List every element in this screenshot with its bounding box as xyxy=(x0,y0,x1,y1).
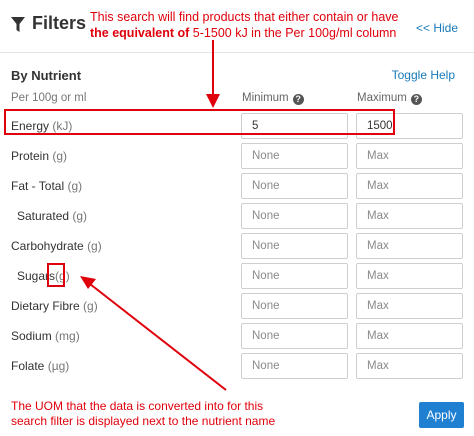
hide-filters-link[interactable]: << Hide xyxy=(416,21,458,35)
filters-header: Filters This search will find products t… xyxy=(0,0,474,50)
fat-total-max-input[interactable] xyxy=(356,173,463,199)
funnel-icon xyxy=(11,17,25,32)
arrow-down-icon xyxy=(206,40,220,108)
carbohydrate-min-input[interactable] xyxy=(241,233,348,259)
annotation-top: This search will find products that eith… xyxy=(90,9,420,41)
nutrient-uom: (g) xyxy=(67,179,83,193)
nutrient-name: Protein xyxy=(11,149,50,163)
minimum-header-label: Minimum xyxy=(242,92,289,104)
energy-highlight-box xyxy=(4,109,395,135)
nutrient-row-sodium: Sodium (mg) xyxy=(0,323,474,351)
nutrient-name: Fat - Total xyxy=(11,179,65,193)
annotation-bottom: The UOM that the data is converted into … xyxy=(11,399,331,429)
nutrient-label: Folate (µg) xyxy=(11,359,69,373)
nutrient-uom: (g) xyxy=(83,299,98,313)
uom-highlight-box xyxy=(47,263,65,287)
maximum-header-label: Maximum xyxy=(357,92,407,104)
nutrient-label: Sodium (mg) xyxy=(11,329,80,343)
protein-max-input[interactable] xyxy=(356,143,463,169)
sugars-max-input[interactable] xyxy=(356,263,463,289)
nutrient-uom: (g) xyxy=(72,209,88,223)
carbohydrate-max-input[interactable] xyxy=(356,233,463,259)
nutrient-label: Protein (g) xyxy=(11,149,67,163)
sodium-max-input[interactable] xyxy=(356,323,463,349)
nutrient-uom: (µg) xyxy=(47,359,70,373)
annotation-top-line2: the equivalent of 5-1500 kJ in the Per 1… xyxy=(90,25,420,41)
dietary-fibre-max-input[interactable] xyxy=(356,293,463,319)
saturated-max-input[interactable] xyxy=(356,203,463,229)
toggle-help-link[interactable]: Toggle Help xyxy=(392,68,455,82)
annotation-top-rest: 5-1500 kJ in the Per 100g/ml column xyxy=(189,26,397,40)
nutrient-name: Saturated xyxy=(17,209,70,223)
filters-title: Filters xyxy=(32,13,87,33)
maximum-header: Maximum? xyxy=(357,92,422,105)
annotation-bottom-line1: The UOM that the data is converted into … xyxy=(11,399,264,413)
per-100g-header: Per 100g or ml xyxy=(11,92,87,104)
nutrient-uom: (g) xyxy=(52,149,68,163)
nutrient-row-dietary-fibre: Dietary Fibre (g) xyxy=(0,293,474,321)
folate-max-input[interactable] xyxy=(356,353,463,379)
header-divider xyxy=(0,52,474,53)
annotation-bottom-line2: search filter is displayed next to the n… xyxy=(11,414,276,428)
help-icon[interactable]: ? xyxy=(292,94,304,105)
nutrient-uom: (mg) xyxy=(55,329,80,343)
minimum-header: Minimum? xyxy=(242,92,304,105)
nutrient-label: Dietary Fibre (g) xyxy=(11,299,98,313)
help-icon[interactable]: ? xyxy=(410,94,422,105)
nutrient-name: Dietary Fibre xyxy=(11,299,80,313)
protein-min-input[interactable] xyxy=(241,143,348,169)
nutrient-row-folate: Folate (µg) xyxy=(0,353,474,381)
dietary-fibre-min-input[interactable] xyxy=(241,293,348,319)
nutrient-label: Saturated (g) xyxy=(17,209,87,223)
section-title: By Nutrient xyxy=(11,68,82,83)
fat-total-min-input[interactable] xyxy=(241,173,348,199)
nutrient-label: Carbohydrate (g) xyxy=(11,239,102,253)
nutrient-uom: (g) xyxy=(87,239,102,253)
folate-min-input[interactable] xyxy=(241,353,348,379)
apply-button[interactable]: Apply xyxy=(419,402,464,428)
sugars-min-input[interactable] xyxy=(241,263,348,289)
nutrient-row-protein: Protein (g) xyxy=(0,143,474,171)
nutrient-row-fat-total: Fat - Total (g) xyxy=(0,173,474,201)
annotation-top-bold: the equivalent of xyxy=(90,26,190,40)
nutrient-label: Fat - Total (g) xyxy=(11,179,82,193)
annotation-top-line1: This search will find products that eith… xyxy=(90,10,399,24)
sodium-min-input[interactable] xyxy=(241,323,348,349)
nutrient-name: Carbohydrate xyxy=(11,239,84,253)
nutrient-row-sugars: Sugars(g) xyxy=(0,263,474,291)
nutrient-name: Folate xyxy=(11,359,45,373)
nutrient-name: Sodium xyxy=(11,329,52,343)
nutrient-row-saturated: Saturated (g) xyxy=(0,203,474,231)
saturated-min-input[interactable] xyxy=(241,203,348,229)
nutrient-row-carbohydrate: Carbohydrate (g) xyxy=(0,233,474,261)
